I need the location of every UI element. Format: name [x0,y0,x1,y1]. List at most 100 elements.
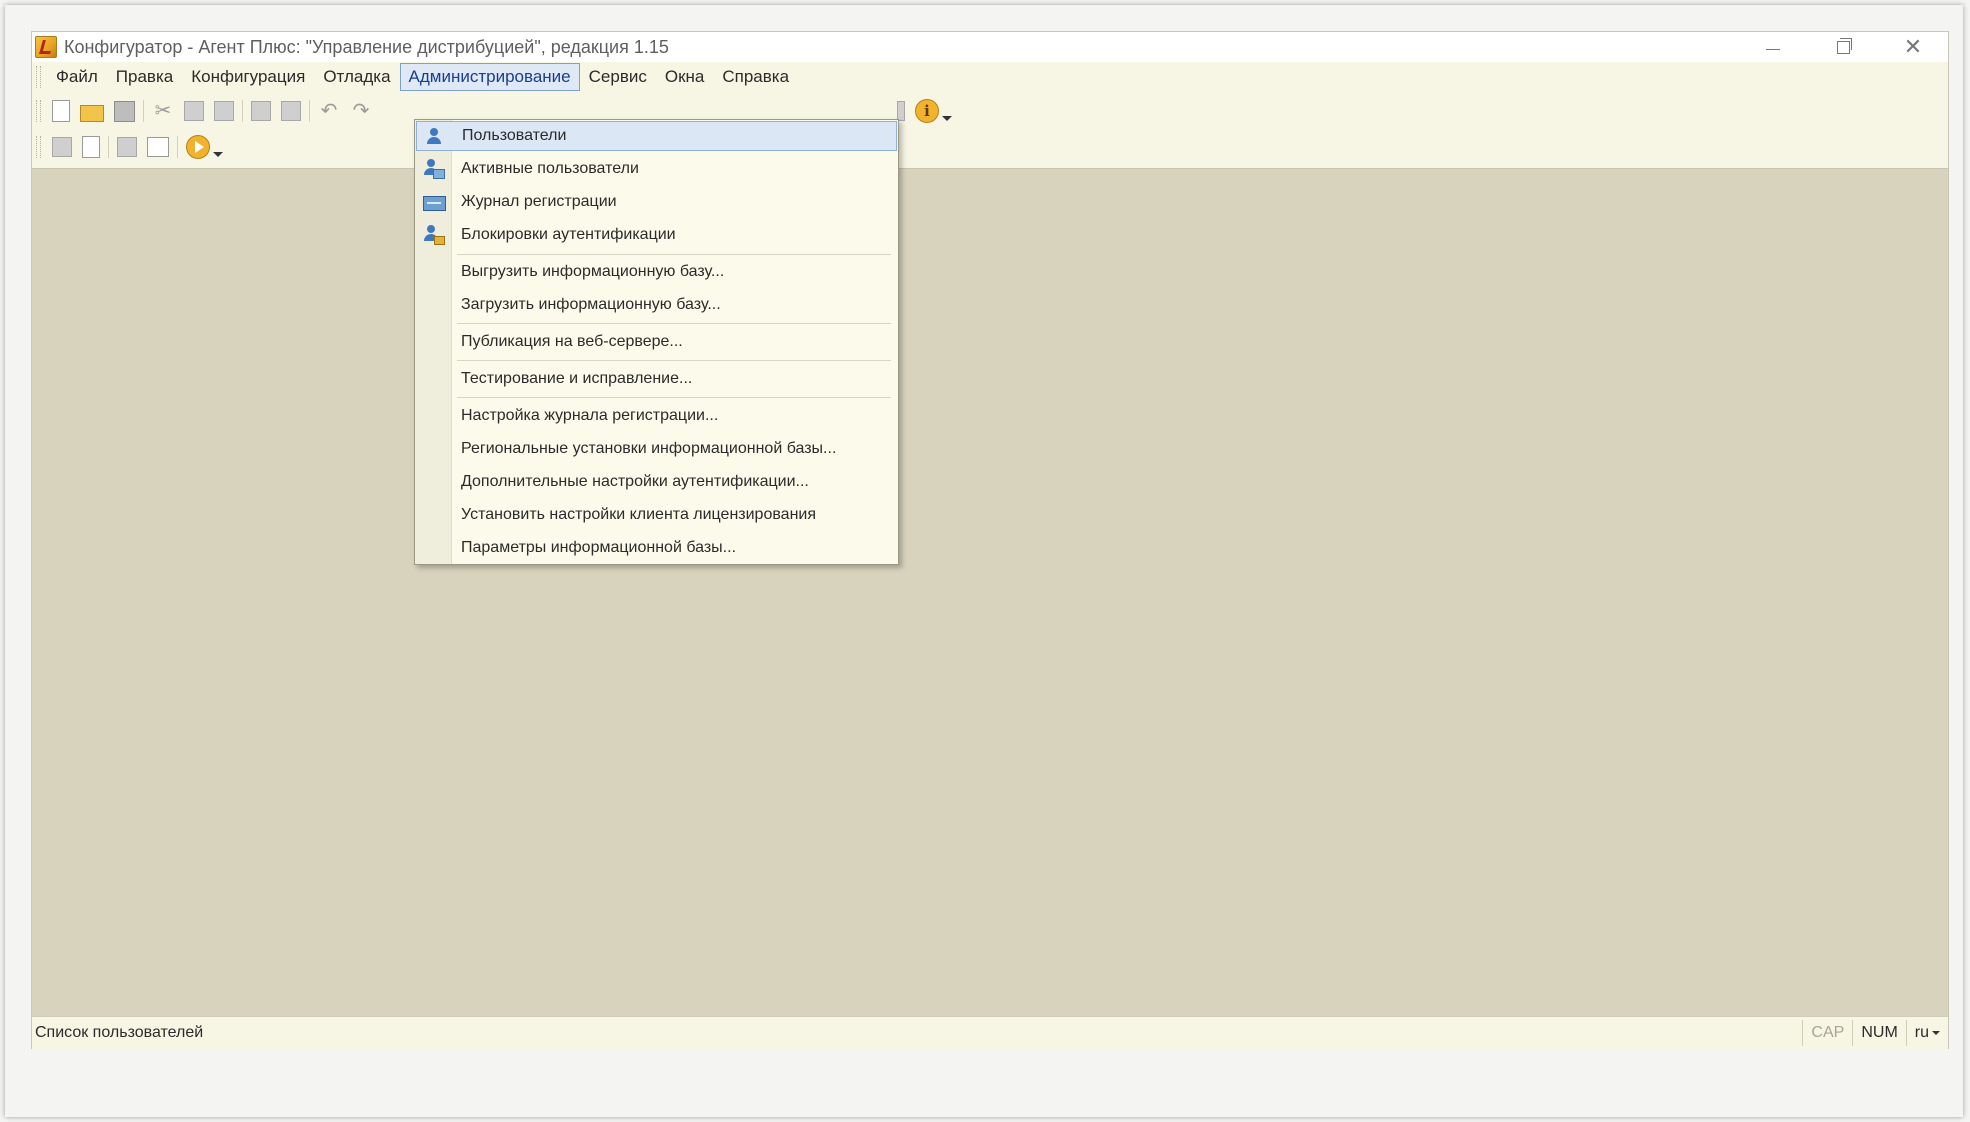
close-icon: ✕ [1903,34,1923,59]
menu-configuration[interactable]: Конфигурация [182,63,314,91]
menu-separator [457,360,891,361]
hidden-toolbar-icon[interactable] [897,101,905,121]
menu-item-label: Дополнительные настройки аутентификации.… [461,473,809,490]
auth-lock-icon [421,224,445,246]
cut-icon[interactable]: ✂ [152,100,174,122]
restore-button[interactable] [1808,32,1878,62]
new-document-icon[interactable] [52,100,70,122]
menu-item-label: Пользователи [462,127,567,144]
copy-icon[interactable] [184,101,204,121]
run-dropdown-arrow-icon[interactable] [213,151,223,157]
menu-item-license-client[interactable]: Установить настройки клиента лицензирова… [416,500,897,530]
toolbar-separator [177,136,178,158]
menu-item-label: Блокировки аутентификации [461,226,676,243]
window-title: Конфигуратор - Агент Плюс: "Управление д… [64,36,669,57]
database-icon[interactable] [117,137,137,157]
info-icon[interactable]: i [915,99,939,123]
language-label: ru [1914,1024,1929,1041]
menu-item-label: Региональные установки информационной ба… [461,440,837,457]
menu-separator [457,323,891,324]
toolbar-separator [309,100,310,122]
menu-item-infobase-params[interactable]: Параметры информационной базы... [416,533,897,563]
menu-file[interactable]: Файл [47,63,107,91]
open-folder-icon[interactable] [80,105,104,122]
status-bar: Список пользователей CAP NUM ru [32,1016,1948,1049]
journal-icon-shape [423,196,446,211]
active-users-icon [421,158,445,180]
menu-item-regional-settings[interactable]: Региональные установки информационной ба… [416,434,897,464]
menu-separator [457,397,891,398]
language-selector[interactable]: ru [1905,1020,1948,1046]
workspace-area [32,168,1948,1017]
menu-item-label: Установить настройки клиента лицензирова… [461,506,816,523]
auth-lock-head [427,225,435,233]
user-icon [422,126,446,148]
run-debug-icon[interactable] [186,135,210,159]
menu-windows[interactable]: Окна [656,63,714,91]
menu-separator [457,254,891,255]
menu-item-label: Выгрузить информационную базу... [461,263,725,280]
undo-icon[interactable]: ↶ [318,100,340,122]
menu-debug[interactable]: Отладка [314,63,399,91]
menubar-grip[interactable] [36,66,41,88]
menu-item-event-log[interactable]: Журнал регистрации [416,187,897,217]
window-controls: ✕ [1738,32,1948,62]
menu-item-auth-settings[interactable]: Дополнительные настройки аутентификации.… [416,467,897,497]
status-indicators: CAP NUM ru [1802,1020,1948,1046]
menu-help[interactable]: Справка [713,63,798,91]
menu-item-log-settings[interactable]: Настройка журнала регистрации... [416,401,897,431]
menu-bar: Файл Правка Конфигурация Отладка Админис… [32,62,1948,92]
menu-item-label: Тестирование и исправление... [461,370,693,387]
menu-item-label: Настройка журнала регистрации... [461,407,719,424]
toolbar-separator [108,136,109,158]
num-lock-indicator: NUM [1852,1020,1905,1046]
administration-dropdown-menu: Пользователи Активные пользователи Журна… [414,119,899,565]
redo-icon[interactable]: ↷ [350,100,372,122]
menu-edit[interactable]: Правка [107,63,182,91]
menu-item-export-infobase[interactable]: Выгрузить информационную базу... [416,257,897,287]
configurator-window: Конфигуратор - Агент Плюс: "Управление д… [31,31,1949,1049]
info-toolbar-fragment: i [892,94,952,128]
info-dropdown-arrow-icon[interactable] [942,115,952,121]
standard-toolbar: ✂ ↶ ↷ [32,94,377,128]
compare-icon[interactable] [82,136,100,158]
menu-item-users[interactable]: Пользователи [416,121,897,151]
menu-item-label: Активные пользователи [461,160,639,177]
app-logo-icon [35,36,57,58]
status-message: Список пользователей [35,1024,204,1041]
minimize-button[interactable] [1738,32,1808,62]
paste-icon[interactable] [214,101,234,121]
chevron-down-icon [1932,1030,1940,1035]
toolbar-separator [242,100,243,122]
toolbar-grip[interactable] [36,136,41,158]
menu-administration[interactable]: Администрирование [399,63,580,91]
lock-badge-icon [434,236,445,245]
minimize-icon [1766,48,1780,50]
user-icon-head [430,128,438,136]
menu-item-import-infobase[interactable]: Загрузить информационную базу... [416,290,897,320]
title-bar: Конфигуратор - Агент Плюс: "Управление д… [32,32,1948,62]
print-icon[interactable] [251,101,271,121]
close-button[interactable]: ✕ [1878,32,1948,62]
menu-item-test-repair[interactable]: Тестирование и исправление... [416,364,897,394]
active-users-head [427,159,435,167]
config-db-icon[interactable] [52,137,72,157]
configuration-toolbar [32,130,223,164]
toolbar-separator [143,100,144,122]
table-icon[interactable] [147,137,169,157]
menu-item-label: Загрузить информационную базу... [461,296,721,313]
menu-item-web-publish[interactable]: Публикация на веб-сервере... [416,327,897,357]
menu-service[interactable]: Сервис [580,63,656,91]
journal-icon [421,191,446,213]
caps-lock-indicator: CAP [1802,1020,1852,1046]
toolbar-grip[interactable] [36,100,41,122]
menu-item-label: Публикация на веб-сервере... [461,333,683,350]
save-icon[interactable] [114,100,135,122]
menu-item-label: Параметры информационной базы... [461,539,737,556]
menu-item-active-users[interactable]: Активные пользователи [416,154,897,184]
menu-item-label: Журнал регистрации [461,193,617,210]
monitor-badge-icon [433,169,445,179]
print-preview-icon[interactable] [281,101,301,121]
restore-icon [1836,37,1852,54]
menu-item-auth-locks[interactable]: Блокировки аутентификации [416,220,897,250]
